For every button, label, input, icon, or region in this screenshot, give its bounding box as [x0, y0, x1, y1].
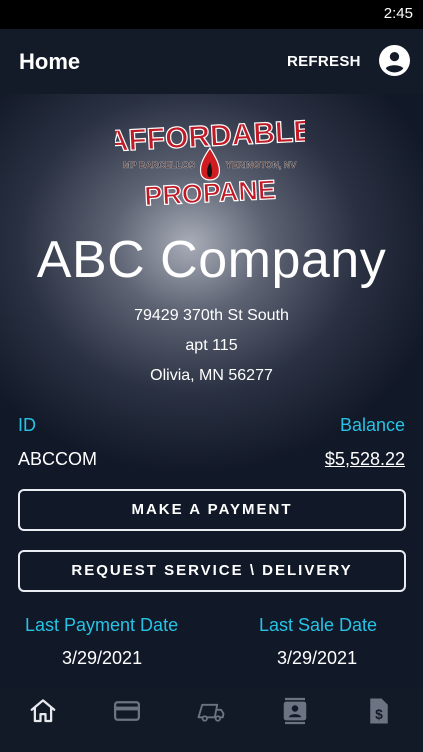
balance-label: Balance	[339, 415, 405, 435]
status-bar: 2:45	[0, 0, 423, 29]
status-time: 2:45	[383, 5, 413, 22]
address-line-3: Olivia, MN 56277	[150, 367, 273, 384]
app-bar: Home REFRESH	[0, 29, 423, 94]
account-id-value: ABCCOM	[18, 449, 98, 469]
account-circle-icon[interactable]	[379, 45, 410, 76]
logo-bottom-text: PROPANE	[144, 175, 277, 212]
address-line-1: 79429 370th St South	[134, 307, 289, 324]
credit-card-icon[interactable]	[112, 696, 142, 726]
logo-right-text: YERINGTON, NV	[226, 160, 297, 170]
page-title: Home	[19, 49, 81, 74]
home-content: AFFORDABLE MP BARCELLOS YERINGTON, NV PR…	[0, 94, 423, 687]
refresh-button[interactable]: REFRESH	[287, 53, 361, 70]
balance-link[interactable]: $5,528.22	[325, 449, 405, 470]
request-service-button[interactable]: REQUEST SERVICE \ DELIVERY	[18, 550, 406, 592]
company-logo: AFFORDABLE MP BARCELLOS YERINGTON, NV PR…	[115, 114, 305, 212]
truck-icon[interactable]	[196, 696, 226, 726]
last-sale-date-label: Last Sale Date	[259, 615, 378, 635]
last-sale-date-value: 3/29/2021	[277, 648, 358, 668]
invoice-icon[interactable]: $	[364, 696, 394, 726]
account-id-label: ID	[18, 415, 36, 435]
make-payment-button[interactable]: MAKE A PAYMENT	[18, 489, 406, 531]
home-icon[interactable]	[28, 696, 58, 726]
last-payment-date-value: 3/29/2021	[62, 648, 143, 668]
contacts-icon[interactable]	[280, 696, 310, 726]
address-line-2: apt 115	[185, 337, 238, 354]
company-name: ABC Company	[36, 231, 387, 289]
last-payment-date-label: Last Payment Date	[25, 615, 179, 635]
logo-left-text: MP BARCELLOS	[123, 160, 195, 170]
svg-text:$: $	[375, 707, 383, 722]
bottom-navigation: $	[0, 687, 423, 752]
